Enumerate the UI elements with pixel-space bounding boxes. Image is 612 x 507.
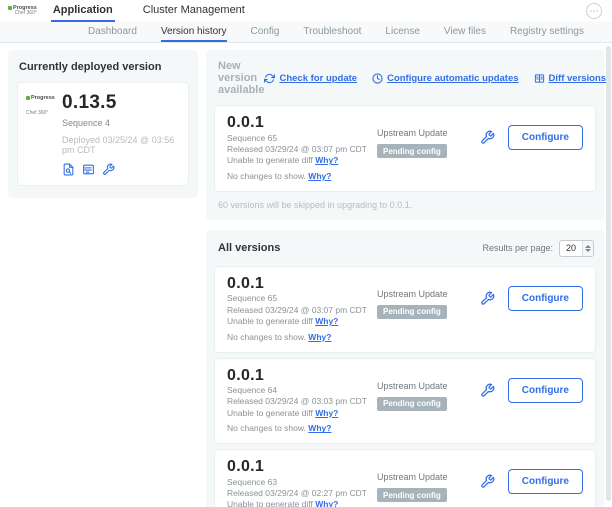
new-version-heading: New version available (218, 60, 264, 96)
all-versions-heading: All versions (218, 242, 280, 254)
wrench-icon[interactable] (102, 163, 115, 176)
configure-button[interactable]: Configure (508, 286, 583, 311)
overflow-menu-button[interactable]: ⋯ (586, 3, 602, 19)
diff-columns-icon (534, 73, 545, 84)
check-for-update-link[interactable]: Check for update (264, 73, 357, 84)
version-row: 0.0.1 Sequence 64 Released 03/29/24 @ 03… (214, 358, 596, 445)
app-sub-navigation: Dashboard Version history Config Trouble… (0, 22, 612, 43)
all-versions-section: All versions Results per page: 20 0.0.1 … (206, 230, 604, 507)
why-diff-link[interactable]: Why? (315, 499, 338, 507)
configure-automatic-updates-link[interactable]: Configure automatic updates (372, 73, 518, 84)
deployed-heading: Currently deployed version (19, 61, 189, 73)
currently-deployed-panel: Currently deployed version Progress Chef… (8, 50, 198, 198)
brand-green-icon (26, 96, 30, 100)
status-badge: Pending config (377, 397, 447, 411)
why-diff-link[interactable]: Why? (315, 316, 338, 326)
version-sequence: Sequence 65 (227, 134, 377, 144)
ellipsis-icon: ⋯ (590, 6, 599, 17)
status-badge: Pending config (377, 488, 447, 502)
diff-file-icon[interactable] (62, 163, 75, 176)
subtab-dashboard[interactable]: Dashboard (88, 22, 137, 42)
top-navigation: Progress Chef 360° Application Cluster M… (0, 0, 612, 22)
select-stepper-icon (582, 241, 593, 256)
why-diff-link[interactable]: Why? (315, 155, 338, 165)
version-released: Released 03/29/24 @ 03:07 pm CDT (227, 306, 377, 316)
subtab-version-history[interactable]: Version history (161, 22, 227, 42)
subtab-registry-settings[interactable]: Registry settings (510, 22, 584, 42)
new-version-section: New version available Check for update C… (206, 50, 604, 220)
why-changes-link[interactable]: Why? (308, 423, 331, 433)
why-changes-link[interactable]: Why? (308, 332, 331, 342)
brand-green-icon (8, 6, 12, 10)
version-source-label: Upstream Update (377, 381, 480, 391)
diff-note: Unable to generate diff Why? (227, 156, 377, 166)
new-version-card: 0.0.1 Sequence 65 Released 03/29/24 @ 03… (214, 105, 596, 192)
diff-note: Unable to generate diff Why? (227, 317, 377, 327)
configure-button[interactable]: Configure (508, 469, 583, 494)
version-released: Released 03/29/24 @ 03:07 pm CDT (227, 145, 377, 155)
diff-note: Unable to generate diff Why? (227, 500, 377, 507)
results-per-page-value: 20 (560, 241, 582, 256)
subtab-license[interactable]: License (385, 22, 419, 42)
deployed-timestamp: Deployed 03/25/24 @ 03:56 pm CDT (62, 135, 180, 155)
brand-line2: Chef 360° (8, 11, 37, 17)
vertical-scrollbar[interactable] (606, 46, 611, 501)
version-number: 0.0.1 (227, 457, 377, 476)
edit-config-wrench-icon[interactable] (480, 130, 495, 145)
version-number: 0.0.1 (227, 274, 377, 293)
why-changes-link[interactable]: Why? (308, 171, 331, 181)
configure-button[interactable]: Configure (508, 378, 583, 403)
app-logo: Progress Chef 360° (8, 0, 37, 22)
version-source-label: Upstream Update (377, 472, 480, 482)
app-logo-small: Progress Chef 360° (26, 93, 62, 176)
version-source-label: Upstream Update (377, 128, 480, 138)
changes-note: No changes to show. Why? (227, 172, 377, 182)
status-badge: Pending config (377, 305, 447, 319)
version-number: 0.0.1 (227, 366, 377, 385)
version-sequence: Sequence 65 (227, 294, 377, 304)
version-row: 0.0.1 Sequence 63 Released 03/29/24 @ 02… (214, 449, 596, 507)
status-badge: Pending config (377, 144, 447, 158)
page-content: Currently deployed version Progress Chef… (0, 43, 612, 507)
results-per-page-label: Results per page: (482, 243, 553, 253)
deployed-actions (62, 163, 180, 176)
subtab-view-files[interactable]: View files (444, 22, 486, 42)
edit-config-icon[interactable] (82, 163, 95, 176)
version-released: Released 03/29/24 @ 02:27 pm CDT (227, 489, 377, 499)
deployed-version-number: 0.13.5 (62, 93, 180, 112)
version-number: 0.0.1 (227, 113, 377, 132)
diff-versions-link[interactable]: Diff versions (534, 73, 607, 84)
version-sequence: Sequence 64 (227, 386, 377, 396)
diff-note: Unable to generate diff Why? (227, 409, 377, 419)
why-diff-link[interactable]: Why? (315, 408, 338, 418)
results-per-page-select[interactable]: 20 (559, 240, 594, 257)
deployed-version-card: Progress Chef 360° 0.13.5 Sequence 4 Dep… (17, 82, 189, 186)
subtab-config[interactable]: Config (251, 22, 280, 42)
version-row: 0.0.1 Sequence 65 Released 03/29/24 @ 03… (214, 266, 596, 353)
changes-note: No changes to show. Why? (227, 333, 377, 343)
skip-versions-note: 60 versions will be skipped in upgrading… (218, 200, 596, 210)
changes-note: No changes to show. Why? (227, 424, 377, 434)
tab-cluster-management[interactable]: Cluster Management (141, 0, 247, 22)
deployed-sequence: Sequence 4 (62, 118, 180, 128)
tab-application[interactable]: Application (51, 0, 115, 22)
edit-config-wrench-icon[interactable] (480, 383, 495, 398)
version-sequence: Sequence 63 (227, 478, 377, 488)
version-released: Released 03/29/24 @ 03:03 pm CDT (227, 397, 377, 407)
edit-config-wrench-icon[interactable] (480, 291, 495, 306)
subtab-troubleshoot[interactable]: Troubleshoot (303, 22, 361, 42)
configure-button[interactable]: Configure (508, 125, 583, 150)
version-source-label: Upstream Update (377, 289, 480, 299)
refresh-icon (264, 73, 275, 84)
version-list: 0.0.1 Sequence 65 Released 03/29/24 @ 03… (214, 266, 596, 507)
auto-update-clock-icon (372, 73, 383, 84)
version-history-main: New version available Check for update C… (206, 50, 604, 507)
edit-config-wrench-icon[interactable] (480, 474, 495, 489)
